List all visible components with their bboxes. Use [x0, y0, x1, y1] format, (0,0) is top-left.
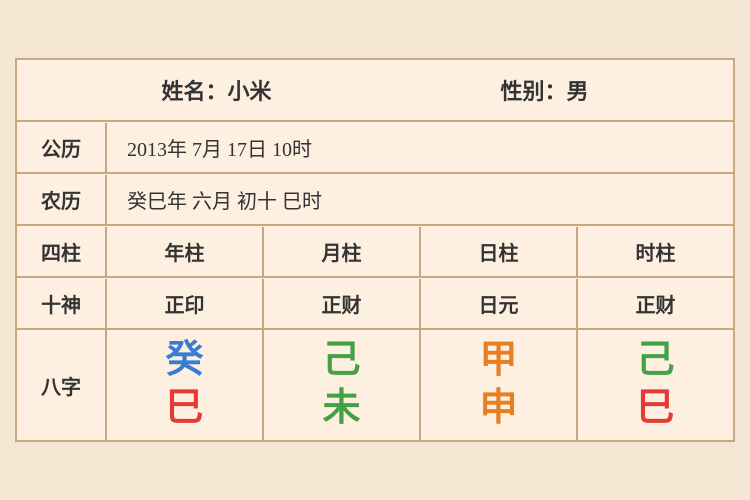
- bazi-top-1: 己: [322, 340, 360, 382]
- sizu-cols: 年柱 月柱 日柱 时柱: [107, 227, 733, 276]
- bazi-top-3: 己: [636, 340, 674, 382]
- shishen-row: 十神 正印 正财 日元 正财: [17, 278, 733, 330]
- lunar-label: 农历: [17, 175, 107, 224]
- sizu-col-2: 日柱: [421, 227, 578, 276]
- bazi-bottom-2: 申: [479, 388, 517, 430]
- lunar-row: 农历 癸巳年 六月 初十 巳时: [17, 174, 733, 226]
- main-container: 姓名：小米 性别：男 公历 2013年 7月 17日 10时 农历 癸巳年 六月…: [15, 58, 735, 442]
- lunar-content: 癸巳年 六月 初十 巳时: [107, 175, 733, 224]
- bazi-row: 八字 癸 巳 己 未 甲 申 己 巳: [17, 330, 733, 440]
- header-row: 姓名：小米 性别：男: [17, 60, 733, 122]
- bazi-label: 八字: [17, 330, 107, 440]
- shishen-col-3: 正财: [578, 279, 733, 328]
- name-label: 姓名：小米: [161, 74, 271, 106]
- sizu-col-0: 年柱: [107, 227, 264, 276]
- bazi-cols: 癸 巳 己 未 甲 申 己 巳: [107, 330, 733, 440]
- bazi-col-1: 己 未: [264, 330, 421, 440]
- solar-row: 公历 2013年 7月 17日 10时: [17, 122, 733, 174]
- shishen-col-1: 正财: [264, 279, 421, 328]
- bazi-bottom-3: 巳: [636, 388, 674, 430]
- sizu-col-3: 时柱: [578, 227, 733, 276]
- bazi-col-3: 己 巳: [578, 330, 733, 440]
- sizu-label: 四柱: [17, 227, 107, 276]
- bazi-col-2: 甲 申: [421, 330, 578, 440]
- bazi-bottom-0: 巳: [165, 388, 203, 430]
- bazi-top-0: 癸: [165, 340, 203, 382]
- bazi-bottom-1: 未: [322, 388, 360, 430]
- shishen-col-2: 日元: [421, 279, 578, 328]
- shishen-cols: 正印 正财 日元 正财: [107, 279, 733, 328]
- bazi-top-2: 甲: [479, 340, 517, 382]
- sizu-col-1: 月柱: [264, 227, 421, 276]
- sizu-row: 四柱 年柱 月柱 日柱 时柱: [17, 226, 733, 278]
- shishen-col-0: 正印: [107, 279, 264, 328]
- bazi-col-0: 癸 巳: [107, 330, 264, 440]
- shishen-label: 十神: [17, 279, 107, 328]
- solar-content: 2013年 7月 17日 10时: [107, 123, 733, 172]
- gender-label: 性别：男: [500, 74, 588, 106]
- solar-label: 公历: [17, 123, 107, 172]
